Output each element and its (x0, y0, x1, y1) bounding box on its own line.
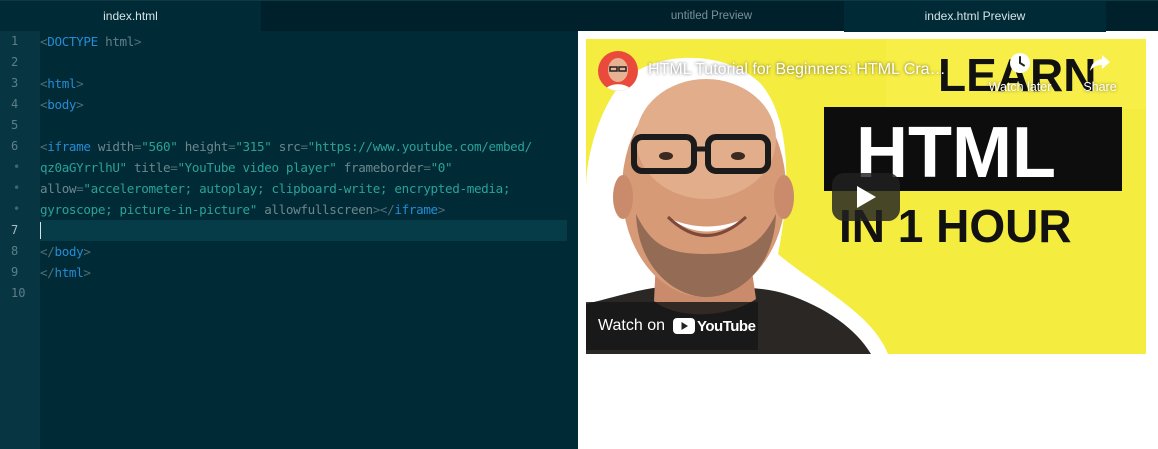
clock-icon (1010, 53, 1030, 73)
play-icon (857, 186, 876, 208)
code-token: qz0aGYrrlhU" (40, 160, 127, 175)
code-token: gyroscope; picture-in-picture" (40, 202, 257, 217)
code-token: "315" (235, 139, 272, 154)
code-token: "https://www.youtube.com/embed/ (307, 139, 533, 154)
avatar-image (598, 51, 638, 91)
code-editor-pane: index.html 1 2 3 4 5 6 • • • 7 8 9 10 <D… (0, 0, 578, 449)
code-line[interactable]: <html> (40, 73, 567, 94)
youtube-logo: YouTube (673, 317, 756, 335)
code-token: height (184, 139, 229, 154)
code-token: title (134, 160, 171, 175)
code-token: "YouTube video player" (177, 160, 337, 175)
code-token: width (97, 139, 135, 154)
line-number: 1 (11, 34, 19, 48)
tab-untitled-preview[interactable]: untitled Preview (579, 1, 844, 32)
share-label: Share (1083, 80, 1117, 94)
channel-avatar[interactable] (598, 51, 638, 91)
text-cursor (40, 222, 41, 239)
code-line-active[interactable] (40, 220, 567, 241)
line-number: 6 (11, 139, 19, 153)
wrap-indicator: • (13, 160, 21, 174)
youtube-wordmark: YouTube (697, 317, 756, 335)
watch-later-label: Watch later (988, 80, 1052, 94)
code-line[interactable]: </html> (40, 262, 567, 283)
line-number: 8 (11, 244, 19, 258)
line-number: 2 (11, 55, 19, 69)
wrap-indicator: • (13, 202, 21, 216)
tab-index-html-preview[interactable]: index.html Preview (844, 1, 1106, 32)
code-token: "560" (141, 139, 178, 154)
share-button[interactable]: Share (1064, 51, 1136, 94)
line-number: 10 (11, 286, 26, 300)
code-line[interactable]: <body> (40, 94, 567, 115)
code-token: allowfullscreen (264, 202, 373, 217)
code-line-wrap[interactable]: allow="accelerometer; autoplay; clipboar… (40, 178, 567, 199)
code-token: "0" (430, 160, 453, 175)
code-text-area[interactable]: <DOCTYPE html> <html> <body> <iframe wid… (40, 31, 578, 449)
share-arrow-icon (1090, 55, 1110, 71)
code-token: allow (40, 181, 77, 196)
watch-on-label: Watch on (598, 317, 665, 334)
youtube-embed[interactable]: LEARN HTML IN 1 HOUR HTML Tutorial for B… (586, 39, 1146, 354)
code-token: iframe (47, 139, 91, 154)
line-number: 4 (11, 97, 19, 111)
code-line[interactable]: <DOCTYPE html> (40, 31, 567, 52)
play-button[interactable] (832, 173, 900, 221)
preview-pane: untitled Preview index.html Preview LEAR… (578, 0, 1158, 449)
code-line[interactable]: </body> (40, 241, 567, 262)
tab-index-html[interactable]: index.html (0, 1, 261, 32)
wrap-indicator: • (13, 181, 21, 195)
line-number-gutter: 1 2 3 4 5 6 • • • 7 8 9 10 (0, 31, 40, 449)
line-number: 9 (11, 265, 19, 279)
video-title[interactable]: HTML Tutorial for Beginners: HTML Cra… (648, 61, 946, 79)
watch-later-button[interactable]: Watch later (984, 51, 1056, 94)
line-number: 3 (11, 76, 19, 90)
preview-tab-bar: untitled Preview index.html Preview (578, 0, 1158, 32)
code-line[interactable]: <iframe width="560" height="315" src="ht… (40, 136, 567, 157)
code-line-wrap[interactable]: qz0aGYrrlhU" title="YouTube video player… (40, 157, 567, 178)
code-token: frameborder (343, 160, 424, 175)
line-number-active: 7 (11, 223, 19, 237)
youtube-play-icon (673, 318, 695, 334)
code-token: src (278, 139, 301, 154)
watch-on-youtube-button[interactable]: Watch on YouTube (586, 302, 758, 350)
code-line-wrap[interactable]: gyroscope; picture-in-picture" allowfull… (40, 199, 567, 220)
code-token: "accelerometer; autoplay; clipboard-writ… (83, 181, 511, 196)
editor-tab-bar: index.html (0, 0, 578, 32)
line-number: 5 (11, 118, 19, 132)
